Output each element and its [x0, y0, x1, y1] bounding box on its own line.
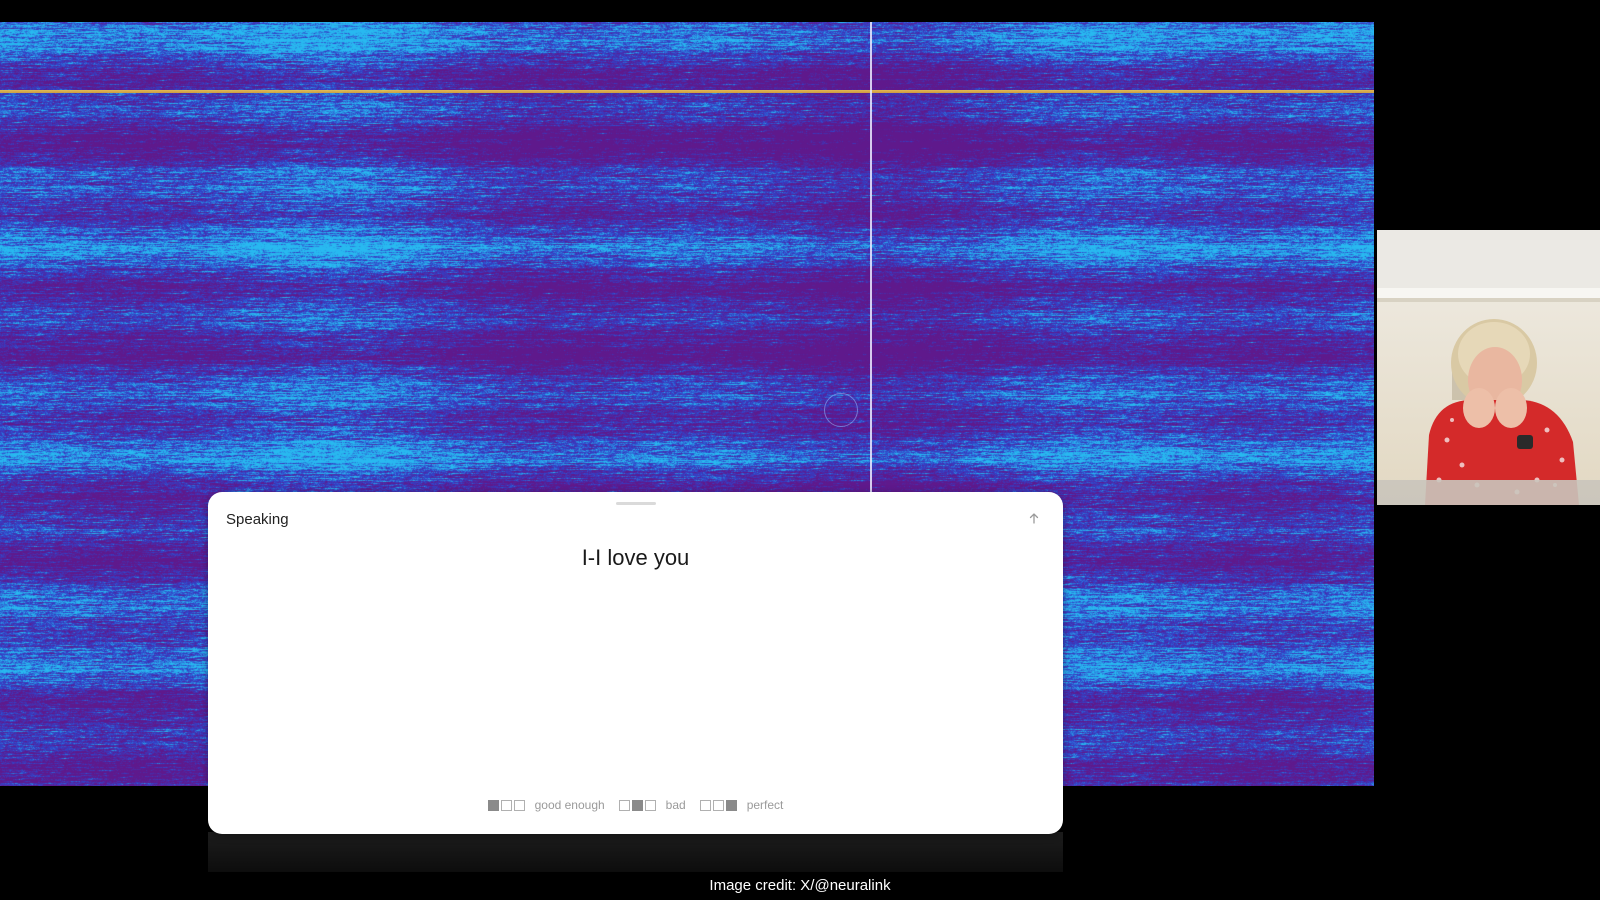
panel-base-shadow: [208, 832, 1063, 872]
image-credit-caption: Image credit: X/@neuralink: [709, 877, 891, 894]
rating-label: good enough: [534, 798, 605, 812]
rating-box: [644, 799, 656, 811]
playhead-line: [870, 22, 872, 492]
speaking-panel: Speaking I-I love you good enough bad pe…: [208, 492, 1063, 834]
rating-box: [500, 799, 512, 811]
rating-perfect[interactable]: perfect: [699, 798, 784, 812]
up-arrow-icon[interactable]: [1026, 510, 1042, 526]
rating-label: perfect: [746, 798, 784, 812]
rating-box: [487, 799, 499, 811]
participant-video-feed: [1377, 230, 1600, 505]
rating-perfect-icon: [699, 799, 737, 811]
rating-box: [725, 799, 737, 811]
screen: Speaking I-I love you good enough bad pe…: [0, 0, 1600, 900]
rating-bar: good enough bad perfect: [208, 798, 1063, 812]
rating-good-enough-icon: [487, 799, 525, 811]
rating-box: [699, 799, 711, 811]
highlighted-channel-line: [0, 90, 1374, 93]
rating-bad-icon: [618, 799, 656, 811]
decoded-speech-text: I-I love you: [581, 545, 690, 570]
cursor-circle-icon: [824, 393, 858, 427]
drag-handle[interactable]: [616, 502, 656, 505]
rating-box: [618, 799, 630, 811]
rating-label: bad: [665, 798, 686, 812]
rating-box: [712, 799, 724, 811]
panel-title: Speaking: [226, 511, 289, 528]
rating-bad[interactable]: bad: [618, 798, 686, 812]
participant-video-image: [1377, 230, 1600, 505]
rating-good-enough[interactable]: good enough: [487, 798, 605, 812]
rating-box: [513, 799, 525, 811]
rating-box: [631, 799, 643, 811]
